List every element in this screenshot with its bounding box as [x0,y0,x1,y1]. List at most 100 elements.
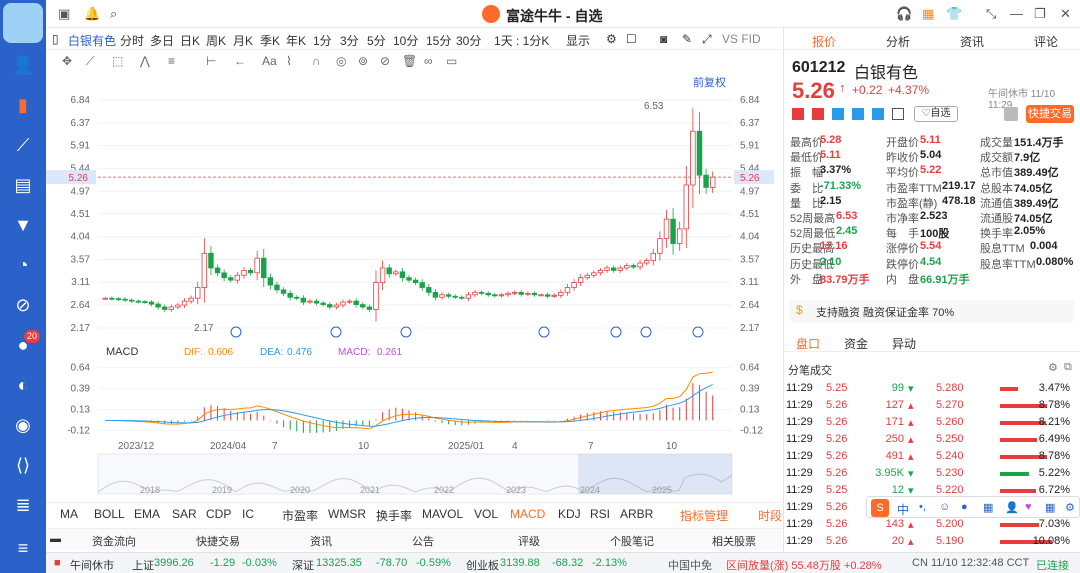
menu-icon[interactable]: ≡ [11,537,35,559]
indicator-tab[interactable]: KDJ [558,507,581,521]
ime-punct-icon[interactable]: •, [919,501,926,513]
stock-name-tab[interactable]: 白银有色 [68,32,116,49]
expand-icon[interactable]: ⤢ [702,32,712,47]
exchange-icon[interactable]: ⊘ [11,294,35,316]
period-tab[interactable]: 30分 [456,32,481,49]
link-icon[interactable]: ∞ [424,54,433,68]
link-tab[interactable]: 快捷交易 [196,533,240,549]
subtab-orderbook[interactable]: 盘口 [796,335,820,352]
subtab-movement[interactable]: 异动 [892,335,916,352]
margin-banner[interactable]: $ 支持融资 融资保证金率 70% [790,300,1074,322]
headset-icon[interactable]: 🎧 [896,6,912,22]
indicator-tab[interactable]: EMA [134,507,160,521]
period-tab[interactable]: 15分 [426,32,451,49]
pie-icon[interactable]: ◔ [11,254,35,276]
period-tab[interactable]: 5分 [367,32,386,49]
period-tab[interactable]: 3分 [340,32,359,49]
link-tab[interactable]: 资金流向 [92,533,136,549]
indicator-tab[interactable]: WMSR [328,507,366,521]
camera-icon[interactable]: ◙ [660,32,667,46]
checkbox-icon[interactable]: ☐ [626,32,637,46]
link-tab[interactable]: 个股笔记 [610,533,654,549]
tab-quote[interactable]: 报价 [812,33,836,50]
indicator-tab[interactable]: ARBR [620,507,653,521]
more-icon[interactable]: ▭ [446,54,457,68]
pen-icon[interactable]: ✎ [682,32,692,46]
ime-grid-icon[interactable]: ▦ [1045,501,1055,514]
display-select[interactable]: 显示 [566,32,590,49]
doc-mini-icon[interactable] [892,108,904,120]
game-icon[interactable]: ◉ [11,414,35,436]
index-label[interactable]: 上证 [132,557,154,573]
ruler-icon[interactable]: ◎ [336,54,346,68]
period-tab[interactable]: 10分 [393,32,418,49]
tab-news[interactable]: 资讯 [960,33,984,50]
settings-icon[interactable]: ⚙ [606,32,617,46]
bell-icon[interactable]: 🔔 [84,6,100,22]
period-tab[interactable]: 1分 [313,32,332,49]
gift-icon[interactable]: ▦ [922,6,934,22]
alert-bell-icon[interactable] [1004,107,1018,121]
fast-trade-button[interactable]: 快捷交易 [1026,105,1074,123]
session-link[interactable]: 时段 [758,507,782,524]
brush-tool-icon[interactable]: ⌇ [286,54,292,68]
trend-icon[interactable]: ⟋ [11,134,35,156]
minimize-icon[interactable]: — [1010,6,1023,21]
indicator-tab[interactable]: SAR [172,507,197,521]
link-tab[interactable]: 公告 [412,533,434,549]
lock-icon[interactable]: ⊚ [358,54,368,68]
ime-user-icon[interactable]: 👤 [1005,501,1019,514]
moon-icon[interactable]: ◐ [11,374,35,396]
zigzag-tool-icon[interactable]: ⋀ [140,54,150,68]
chart-svg[interactable]: 6.84 6.846.37 6.375.91 5.915.44 5.444.97 4.97… [46,72,782,502]
code-icon[interactable]: ⟨⟩ [11,454,35,476]
indicator-tab-selected[interactable]: MACD [510,507,545,521]
indicator-tab[interactable]: MAVOL [422,507,463,521]
popout-icon[interactable]: ⧉ [1064,361,1072,374]
indicator-manage-link[interactable]: 指标管理 [680,507,728,524]
indicator-tab[interactable]: IC [242,507,254,521]
interval-select[interactable]: 1天 : 1分K [494,32,549,49]
link-tab[interactable]: 资讯 [310,533,332,549]
add-watchlist-button[interactable]: ♡自选 [914,106,958,122]
period-tab-selected[interactable]: 周K [206,32,226,49]
ime-settings-icon[interactable]: ⚙ [1065,501,1075,514]
period-tab[interactable]: 分时 [120,32,144,49]
panel-toggle-icon[interactable]: ▬ [50,533,61,545]
hide-icon[interactable]: ⊘ [380,54,390,68]
ime-keyboard-icon[interactable]: ▦ [983,501,993,514]
vs-label[interactable]: VS FID [722,32,761,46]
indicator-tab[interactable]: BOLL [94,507,125,521]
link-tab[interactable]: 评级 [518,533,540,549]
period-tab[interactable]: 多日 [150,32,174,49]
window-icon[interactable]: ▣ [58,6,70,22]
doc-icon[interactable]: ≣ [11,494,35,516]
sidebar-toggle-icon[interactable]: ▯ [52,32,59,46]
report-icon[interactable]: ▤ [11,174,35,196]
ime-toolbar[interactable]: S 中 •, ☺ ● ▦ 👤 ♥ ▦ ⚙ [866,496,1080,518]
rect-tool-icon[interactable]: ⬚ [112,54,123,68]
arrow-tool-icon[interactable]: ← [234,54,246,68]
alert-stock[interactable]: 中国中免 [668,557,712,573]
ime-skin-icon[interactable]: ♥ [1025,501,1032,513]
fib-tool-icon[interactable]: ≡ [168,54,175,68]
user-icon[interactable]: 👤 [11,54,35,76]
indicator-tab[interactable]: MA [60,507,78,521]
index-label[interactable]: 深证 [292,557,314,573]
period-tab[interactable]: 季K [260,32,280,49]
line-tool-icon[interactable]: ⟋ [86,54,94,69]
collapse-icon[interactable]: ⤡ [986,6,996,22]
indicator-tab[interactable]: 市盈率 [282,507,318,524]
indicator-tab[interactable]: VOL [474,507,498,521]
tab-comments[interactable]: 评论 [1034,33,1058,50]
indicator-tab[interactable]: RSI [590,507,610,521]
bracket-tool-icon[interactable]: ⊢ [206,54,216,68]
ime-lang-icon[interactable]: 中 [897,501,909,518]
tab-analysis[interactable]: 分析 [886,33,910,50]
settings-icon[interactable]: ⚙ [1048,361,1058,374]
period-tab[interactable]: 日K [180,32,200,49]
magnet-icon[interactable]: ∩ [312,54,321,68]
subtab-capital[interactable]: 资金 [844,335,868,352]
ime-emoji-icon[interactable]: ☺ [939,501,950,513]
indicator-tab[interactable]: CDP [206,507,231,521]
